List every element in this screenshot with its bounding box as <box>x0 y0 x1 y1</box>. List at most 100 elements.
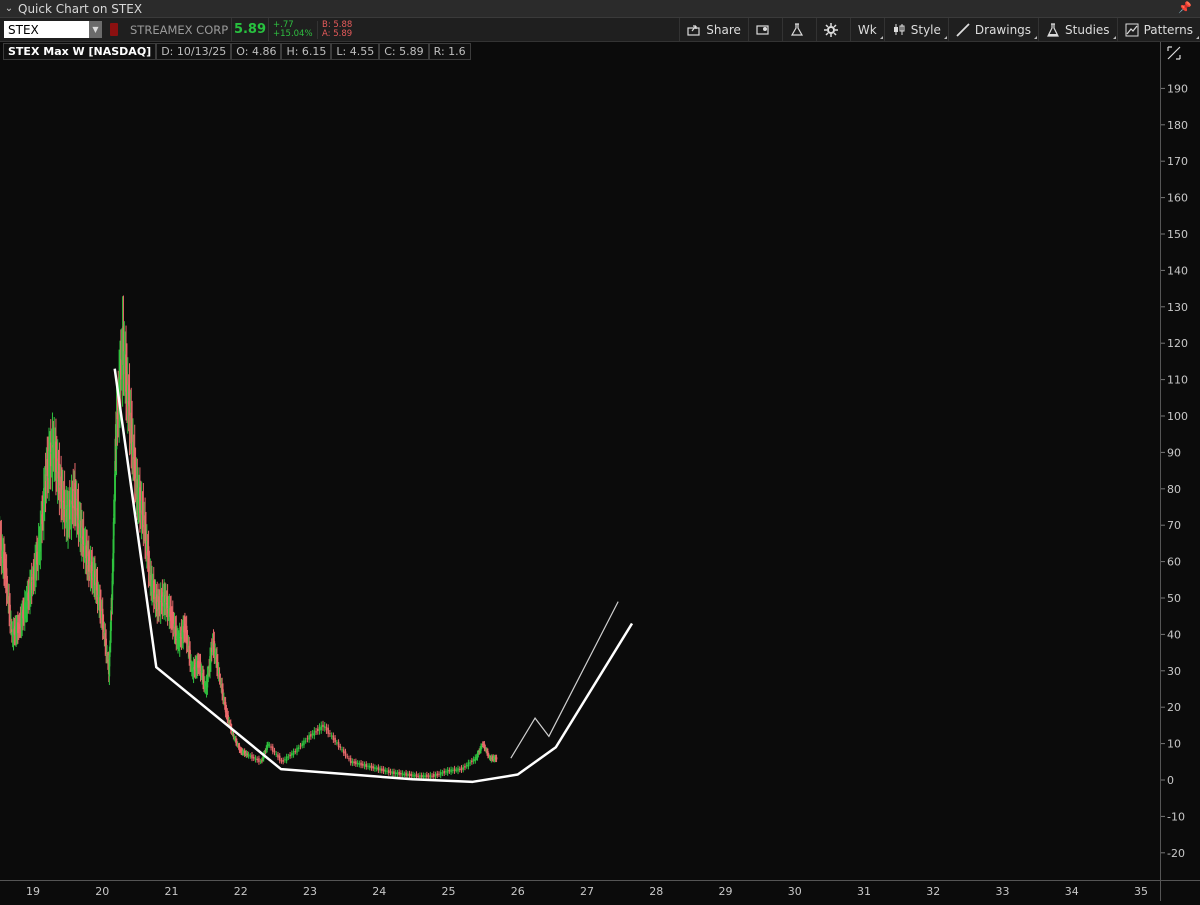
time-tick-label: 33 <box>996 885 1010 898</box>
price-candle <box>424 775 426 776</box>
alert-badge-icon[interactable] <box>110 23 118 36</box>
screenshot-icon <box>756 24 770 36</box>
price-candle <box>393 771 395 774</box>
time-tick-label: 35 <box>1134 885 1148 898</box>
price-candle <box>300 746 302 747</box>
price-candle <box>388 770 390 773</box>
price-candle <box>359 763 361 765</box>
price-tick-label: 20 <box>1167 701 1181 714</box>
price-candle <box>360 763 362 766</box>
price-candle <box>327 728 329 734</box>
price-candle <box>331 735 333 736</box>
drawings-button[interactable]: Drawings <box>948 18 1038 41</box>
cup-trendline[interactable] <box>115 369 632 782</box>
price-candle <box>409 773 411 776</box>
price-candle <box>343 749 345 753</box>
price-tick-label: 160 <box>1167 192 1188 205</box>
price-candle <box>426 774 428 777</box>
price-candle <box>433 774 435 777</box>
snapshot-button[interactable] <box>748 18 782 41</box>
price-candle <box>400 773 402 775</box>
style-button[interactable]: Style <box>884 18 948 41</box>
price-candle <box>414 775 416 776</box>
price-tick-label: 60 <box>1167 556 1181 569</box>
time-axis[interactable]: 1920212223242526272829303132333435 <box>0 880 1160 901</box>
pin-icon[interactable]: 📌 <box>1178 1 1192 14</box>
price-candle <box>314 731 316 736</box>
price-candle <box>345 751 347 756</box>
price-candle <box>473 759 475 761</box>
price-candle <box>307 738 309 739</box>
price-tick-label: 30 <box>1167 665 1181 678</box>
price-tick-label: 130 <box>1167 301 1188 314</box>
price-candle <box>294 751 296 752</box>
price-candle <box>496 757 498 759</box>
settings-button[interactable] <box>816 18 850 41</box>
time-tick-label: 27 <box>580 885 594 898</box>
dropdown-corner-icon <box>1113 36 1116 39</box>
price-tick-label: 70 <box>1167 519 1181 532</box>
price-candle <box>464 766 466 768</box>
price-candle <box>438 774 440 775</box>
collapse-chevron-icon[interactable]: ⌄ <box>0 3 18 14</box>
timeframe-button[interactable]: Wk <box>850 18 884 41</box>
price-candle <box>398 772 400 775</box>
price-candle <box>440 772 442 776</box>
flask-icon <box>790 23 804 36</box>
patterns-button[interactable]: Patterns <box>1117 18 1200 41</box>
time-tick-label: 23 <box>303 885 317 898</box>
price-tick-label: -10 <box>1167 810 1185 823</box>
price-tick-label: 150 <box>1167 228 1188 241</box>
pencil-line-icon <box>956 23 970 37</box>
studies-button[interactable]: Studies <box>1038 18 1117 41</box>
symbol-dropdown-icon[interactable]: ▼ <box>89 21 102 38</box>
time-tick-label: 24 <box>372 885 386 898</box>
flask-button[interactable] <box>782 18 816 41</box>
price-candle <box>352 761 354 763</box>
price-candle <box>338 742 340 747</box>
expand-axis-icon[interactable] <box>1166 45 1182 61</box>
price-candle <box>379 768 381 770</box>
price-candle <box>442 773 444 774</box>
price-tick-label: 80 <box>1167 483 1181 496</box>
price-candle <box>312 733 314 735</box>
price-candle <box>419 775 421 778</box>
last-price: 5.89 <box>231 18 269 41</box>
price-candle <box>286 756 288 760</box>
price-candle <box>454 768 456 771</box>
price-tick-label: 140 <box>1167 264 1188 277</box>
price-tick-label: 180 <box>1167 119 1188 132</box>
price-candle <box>372 766 374 768</box>
price-candle <box>447 770 449 774</box>
time-tick-label: 20 <box>95 885 109 898</box>
price-chart[interactable] <box>0 42 1160 880</box>
price-candle <box>417 776 419 777</box>
price-tick-label: 40 <box>1167 628 1181 641</box>
price-candle <box>459 769 461 770</box>
price-axis[interactable]: 1901801701601501401301201101009080706050… <box>1160 42 1200 882</box>
price-candle <box>423 775 425 778</box>
chart-toolbar: STEX ▼ STREAMEX CORP 5.89 +.77 +15.04% B… <box>0 18 1200 42</box>
time-tick-label: 29 <box>719 885 733 898</box>
price-candle <box>461 768 463 771</box>
time-tick-label: 26 <box>511 885 525 898</box>
price-candle <box>326 727 328 730</box>
price-candle <box>289 755 291 757</box>
candlestick-icon <box>892 23 906 36</box>
time-tick-label: 30 <box>788 885 802 898</box>
price-candle <box>402 773 404 776</box>
share-button[interactable]: Share <box>679 18 748 41</box>
price-candle <box>457 768 459 771</box>
price-tick-label: 120 <box>1167 337 1188 350</box>
price-candle <box>322 725 324 727</box>
dropdown-corner-icon <box>1034 36 1037 39</box>
price-candle <box>317 729 319 731</box>
price-candle <box>350 758 352 763</box>
gear-icon <box>824 23 838 37</box>
price-candle <box>405 773 407 776</box>
studies-label: Studies <box>1065 23 1110 37</box>
time-tick-label: 28 <box>649 885 663 898</box>
symbol-input[interactable]: STEX ▼ <box>4 21 102 38</box>
price-candle <box>386 771 388 772</box>
price-candle <box>428 776 430 777</box>
